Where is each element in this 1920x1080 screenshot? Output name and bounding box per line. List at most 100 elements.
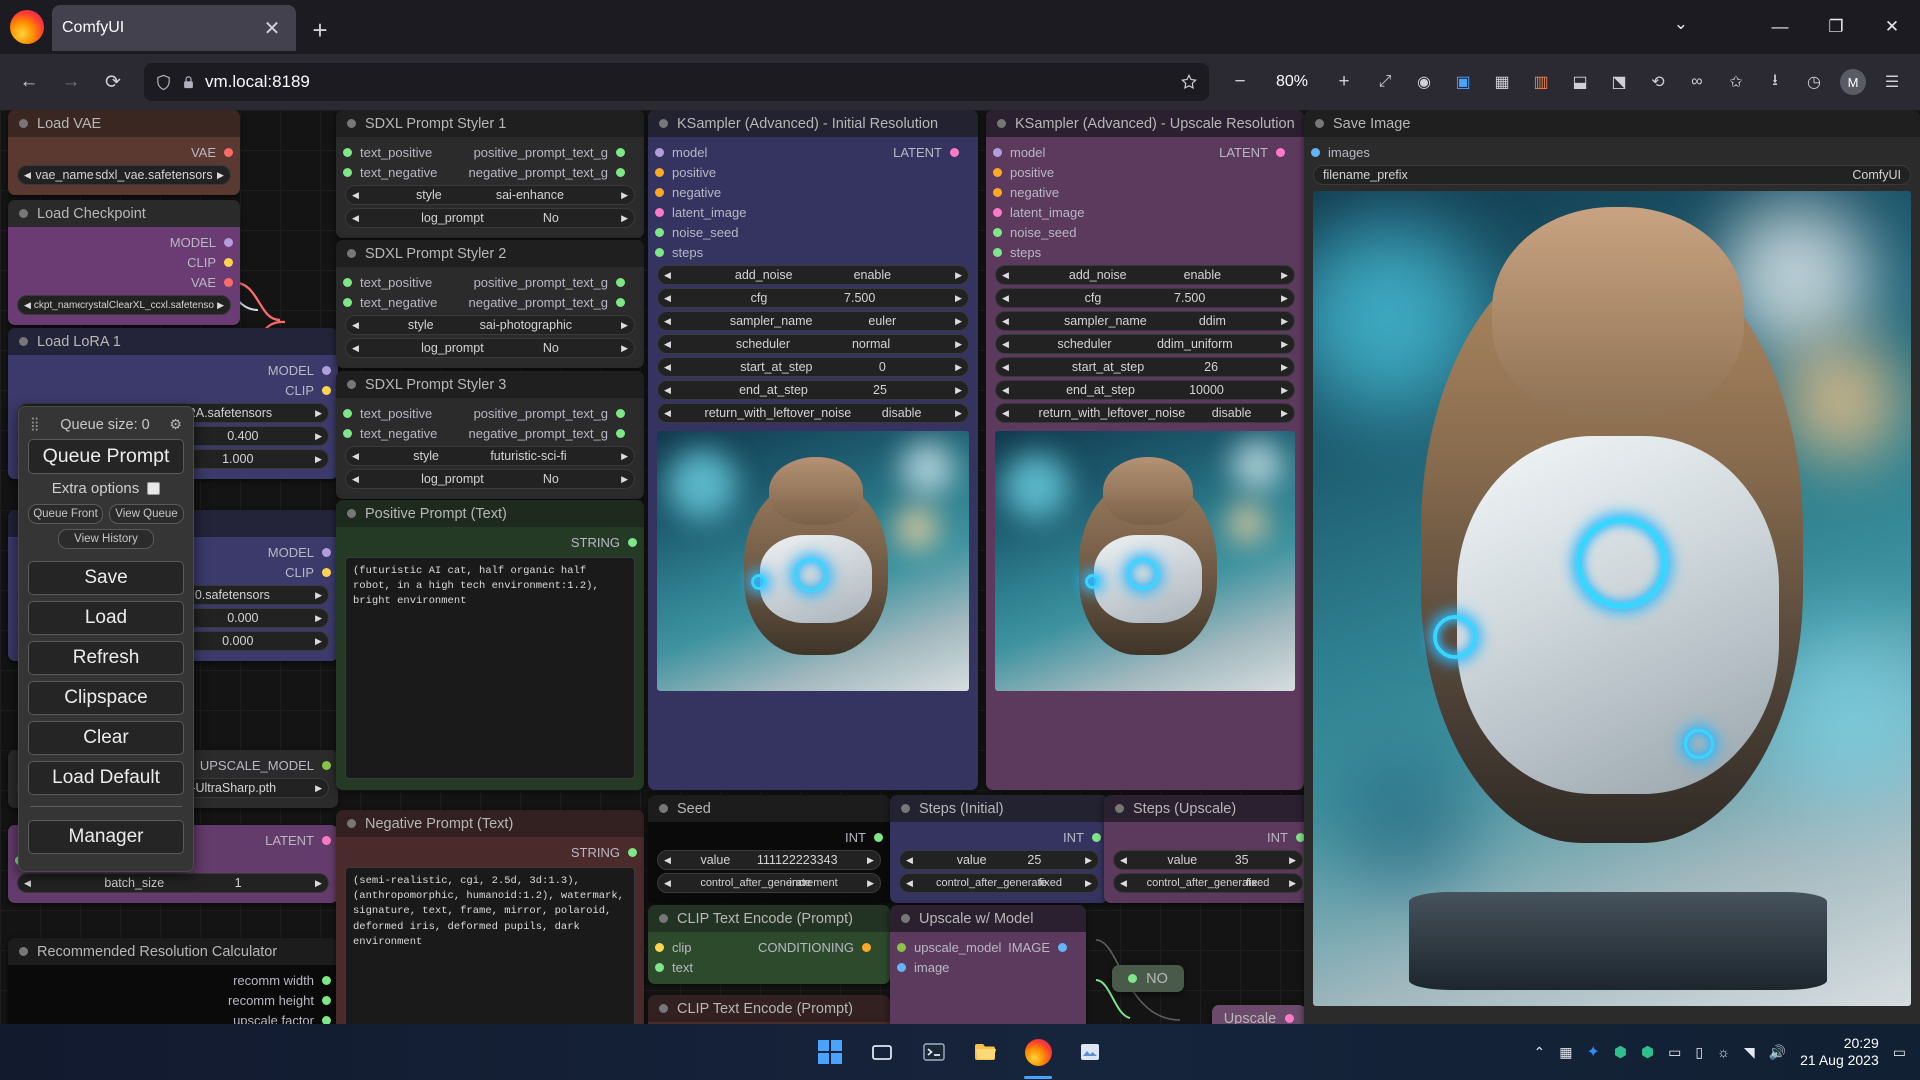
zoom-level[interactable]: 80% (1272, 73, 1312, 91)
port-row-noise-seed[interactable]: noise_seed (648, 222, 978, 242)
port-dot[interactable] (322, 975, 331, 985)
node-seed[interactable]: Seed INT ◀ value 111122223343 ▶ ◀ contro… (648, 795, 890, 903)
port-row-text-negative[interactable]: text_negative negative_prompt_text_g (336, 423, 644, 443)
collapse-icon[interactable] (1128, 974, 1138, 983)
chevron-right-icon[interactable]: ▶ (621, 213, 628, 224)
collapse-icon[interactable] (19, 119, 28, 128)
chevron-right-icon[interactable]: ▶ (955, 316, 962, 327)
battery-icon[interactable]: ▯ (1695, 1044, 1703, 1061)
port-dot[interactable] (322, 547, 331, 557)
chevron-left-icon[interactable]: ◀ (1002, 408, 1009, 419)
chevron-left-icon[interactable]: ◀ (906, 855, 913, 866)
collapse-icon[interactable] (347, 380, 356, 389)
keyboard-icon[interactable]: ▦ (1559, 1044, 1572, 1061)
chevron-left-icon[interactable]: ◀ (352, 343, 359, 354)
port-dot[interactable] (874, 832, 883, 842)
collapse-icon[interactable] (901, 804, 910, 813)
port-row-upscale-model[interactable]: upscale_model IMAGE (890, 937, 1086, 957)
widget-steps-value[interactable]: ◀ value 25 ▶ (899, 850, 1099, 870)
task-view-icon[interactable] (865, 1035, 899, 1069)
chevron-right-icon[interactable]: ▶ (621, 343, 628, 354)
port-dot[interactable] (343, 428, 352, 438)
chevron-left-icon[interactable]: ◀ (664, 339, 671, 350)
volume-icon[interactable]: 🔊 (1769, 1044, 1786, 1061)
node-ksampler-initial[interactable]: KSampler (Advanced) - Initial Resolution… (648, 110, 978, 790)
clear-button[interactable]: Clear (28, 721, 184, 755)
new-tab-button[interactable]: + (306, 15, 334, 45)
widget-log-prompt[interactable]: ◀ log_prompt No ▶ (345, 338, 635, 358)
chevron-right-icon[interactable]: ▶ (217, 170, 224, 181)
chevron-right-icon[interactable]: ▶ (217, 300, 224, 311)
bluetooth-icon[interactable]: ✦ (1586, 1042, 1599, 1062)
chevron-left-icon[interactable]: ◀ (24, 878, 31, 889)
output-port-recomm-height[interactable]: recomm height (8, 990, 338, 1010)
chevron-left-icon[interactable]: ◀ (664, 408, 671, 419)
node-steps-upscale[interactable]: Steps (Upscale) INT ◀ value 35 ▶ ◀ contr… (1104, 795, 1312, 903)
pocket-icon[interactable]: ⬓ (1562, 64, 1598, 100)
port-row-image[interactable]: image (890, 957, 1086, 977)
collapse-icon[interactable] (659, 119, 668, 128)
chevron-right-icon[interactable]: ▶ (315, 636, 322, 647)
port-dot[interactable] (655, 167, 664, 177)
chevron-left-icon[interactable]: ◀ (24, 300, 31, 311)
widget-cfg[interactable]: ◀ cfg 7.500 ▶ (995, 288, 1295, 308)
show-hidden-icons-icon[interactable]: ⌃ (1534, 1044, 1546, 1061)
widget-sampler-name[interactable]: ◀ sampler_name ddim ▶ (995, 311, 1295, 331)
collapse-icon[interactable] (347, 119, 356, 128)
node-save-image[interactable]: Save Image images filename_prefix ComfyU… (1304, 110, 1920, 1024)
port-dot[interactable] (322, 385, 331, 395)
port-row-positive[interactable]: positive (648, 162, 978, 182)
port-dot[interactable] (1276, 147, 1285, 157)
output-port-upscale-factor[interactable]: upscale factor (8, 1010, 338, 1024)
port-row-steps[interactable]: steps (986, 242, 1304, 262)
collapse-icon[interactable] (19, 337, 28, 346)
port-dot[interactable] (655, 227, 664, 237)
widget-log-prompt[interactable]: ◀ log_prompt No ▶ (345, 469, 635, 489)
port-dot[interactable] (224, 257, 233, 267)
widget-style[interactable]: ◀ style sai-photographic ▶ (345, 315, 635, 335)
extension-icon[interactable]: ⬔ (1601, 64, 1637, 100)
widget-return-with-leftover-noise[interactable]: ◀ return_with_leftover_noise disable ▶ (657, 403, 969, 423)
widget-end-at-step[interactable]: ◀ end_at_step 10000 ▶ (995, 380, 1295, 400)
node-switch-no[interactable]: NO (1112, 965, 1184, 992)
output-port-vae[interactable]: VAE (8, 142, 240, 162)
zoom-in-button[interactable]: + (1325, 63, 1363, 101)
widget-start-at-step[interactable]: ◀ start_at_step 26 ▶ (995, 357, 1295, 377)
widget-style[interactable]: ◀ style futuristic-sci-fi ▶ (345, 446, 635, 466)
chevron-left-icon[interactable]: ◀ (352, 451, 359, 462)
output-port-string[interactable]: STRING (336, 532, 644, 552)
collapse-icon[interactable] (659, 1004, 668, 1013)
node-sdxl-prompt-styler-1[interactable]: SDXL Prompt Styler 1 text_positive posit… (336, 110, 644, 238)
chevron-left-icon[interactable]: ◀ (664, 385, 671, 396)
load-button[interactable]: Load (28, 601, 184, 635)
chevron-right-icon[interactable]: ▶ (1281, 408, 1288, 419)
output-port-string[interactable]: STRING (336, 842, 644, 862)
port-row-steps[interactable]: steps (648, 242, 978, 262)
chevron-right-icon[interactable]: ▶ (955, 293, 962, 304)
port-dot[interactable] (993, 147, 1002, 157)
view-queue-button[interactable]: View Queue (109, 504, 184, 524)
port-row-text-positive[interactable]: text_positive positive_prompt_text_g (336, 403, 644, 423)
bookmark-star-icon[interactable] (1180, 73, 1198, 91)
widget-seed-value[interactable]: ◀ value 111122223343 ▶ (657, 850, 881, 870)
chevron-left-icon[interactable]: ◀ (352, 190, 359, 201)
output-port-int[interactable]: INT (648, 827, 890, 847)
chevron-right-icon[interactable]: ▶ (955, 362, 962, 373)
widget-scheduler[interactable]: ◀ scheduler normal ▶ (657, 334, 969, 354)
port-dot[interactable] (343, 297, 352, 307)
output-port-int[interactable]: INT (890, 827, 1108, 847)
port-dot[interactable] (862, 942, 871, 952)
port-dot[interactable] (993, 207, 1002, 217)
port-dot[interactable] (993, 187, 1002, 197)
port-row-text[interactable]: text (648, 957, 890, 977)
minimize-button[interactable]: — (1752, 0, 1808, 54)
collapse-icon[interactable] (901, 914, 910, 923)
port-dot[interactable] (993, 227, 1002, 237)
port-dot[interactable] (616, 167, 625, 177)
node-recommended-resolution-calculator[interactable]: Recommended Resolution Calculator recomm… (8, 938, 338, 1024)
port-row-text-negative[interactable]: text_negative negative_prompt_text_g (336, 292, 644, 312)
widget-end-at-step[interactable]: ◀ end_at_step 25 ▶ (657, 380, 969, 400)
chevron-left-icon[interactable]: ◀ (1002, 270, 1009, 281)
gear-icon[interactable]: ⚙ (169, 416, 182, 433)
queue-front-button[interactable]: Queue Front (28, 504, 103, 524)
